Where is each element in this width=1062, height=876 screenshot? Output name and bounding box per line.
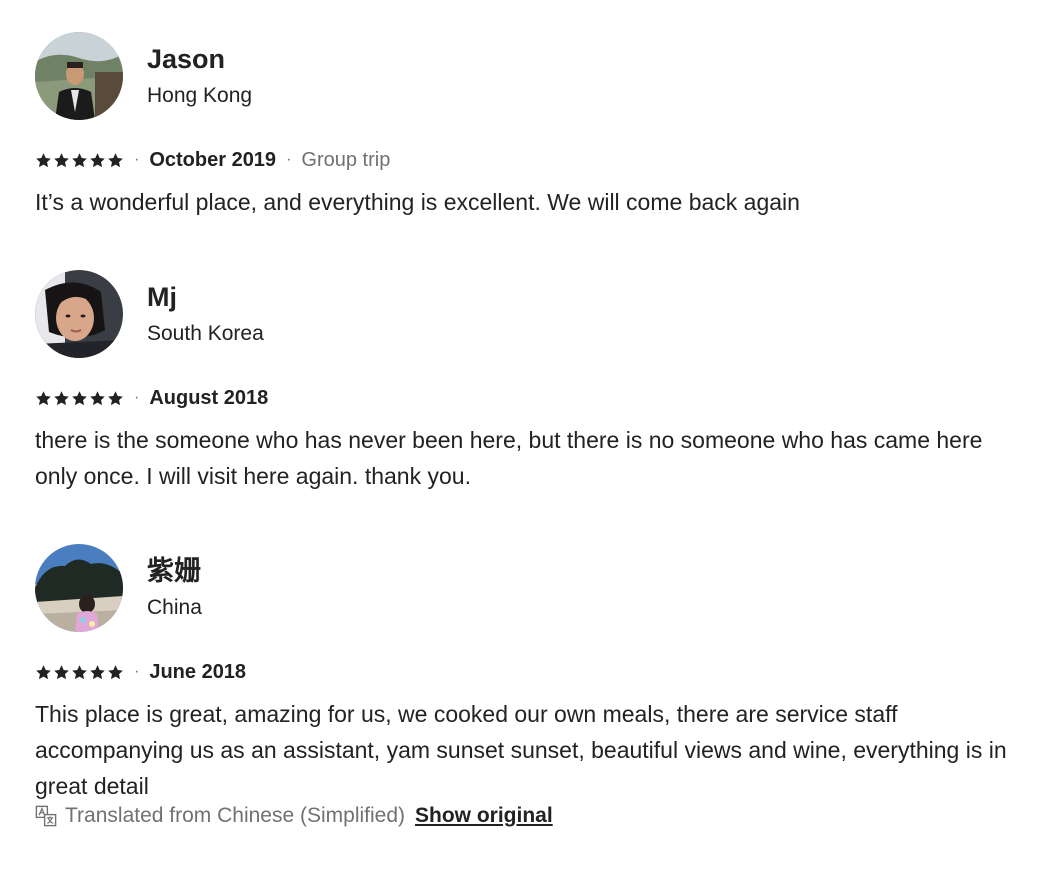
- separator-dot: ·: [286, 151, 292, 168]
- star-icon: [72, 152, 87, 167]
- review-item: 紫姗 China · June 2018 This place is great…: [35, 544, 1025, 804]
- reviewer-location: South Korea: [147, 322, 264, 345]
- review-text: This place is great, amazing for us, we …: [35, 701, 1007, 799]
- star-icon: [72, 390, 87, 405]
- reviewer-header: 紫姗 China: [35, 544, 1025, 632]
- star-rating: [35, 664, 124, 681]
- reviewer-header: Jason Hong Kong: [35, 32, 1025, 120]
- star-icon: [54, 390, 69, 405]
- star-icon: [90, 664, 105, 679]
- star-icon: [90, 390, 105, 405]
- show-original-link[interactable]: Show original: [415, 804, 553, 828]
- star-icon: [90, 152, 105, 167]
- reviewer-name[interactable]: Jason: [147, 42, 252, 76]
- reviews-list: Jason Hong Kong · October 2019 · Group t…: [0, 0, 1062, 876]
- review-text: there is the someone who has never been …: [35, 427, 983, 489]
- translation-label: Translated from Chinese (Simplified): [65, 804, 406, 827]
- trip-type: Group trip: [301, 148, 391, 171]
- review-meta: · August 2018: [35, 384, 1025, 412]
- separator-dot: ·: [134, 389, 140, 406]
- star-rating: [35, 152, 124, 169]
- review-item: Jason Hong Kong · October 2019 · Group t…: [35, 32, 1025, 220]
- reviewer-header: Mj South Korea: [35, 270, 1025, 358]
- avatar[interactable]: [35, 32, 123, 120]
- reviewer-info: Jason Hong Kong: [147, 42, 252, 110]
- separator-dot: ·: [134, 151, 140, 168]
- translate-icon: [35, 805, 57, 827]
- reviewer-info: Mj South Korea: [147, 280, 264, 348]
- reviewer-name[interactable]: Mj: [147, 280, 264, 314]
- star-icon: [36, 152, 51, 167]
- review-text: It’s a wonderful place, and everything i…: [35, 189, 800, 215]
- review-meta: · June 2018: [35, 658, 1025, 686]
- review-date: June 2018: [149, 660, 247, 683]
- review-item: Mj South Korea · August 2018 there is th…: [35, 270, 1025, 494]
- star-icon: [54, 664, 69, 679]
- reviewer-info: 紫姗 China: [147, 554, 202, 622]
- review-meta: · October 2019 · Group trip: [35, 146, 1025, 174]
- separator-dot: ·: [134, 663, 140, 680]
- star-icon: [108, 152, 123, 167]
- star-icon: [54, 152, 69, 167]
- reviewer-name[interactable]: 紫姗: [147, 554, 202, 588]
- avatar[interactable]: [35, 544, 123, 632]
- avatar[interactable]: [35, 270, 123, 358]
- reviewer-location: China: [147, 596, 202, 619]
- translation-note: Translated from Chinese (Simplified) Sho…: [35, 804, 553, 828]
- star-icon: [36, 390, 51, 405]
- star-icon: [108, 390, 123, 405]
- review-date: October 2019: [149, 148, 277, 171]
- star-rating: [35, 390, 124, 407]
- star-icon: [72, 664, 87, 679]
- star-icon: [108, 664, 123, 679]
- review-date: August 2018: [149, 386, 269, 409]
- star-icon: [36, 664, 51, 679]
- reviewer-location: Hong Kong: [147, 84, 253, 107]
